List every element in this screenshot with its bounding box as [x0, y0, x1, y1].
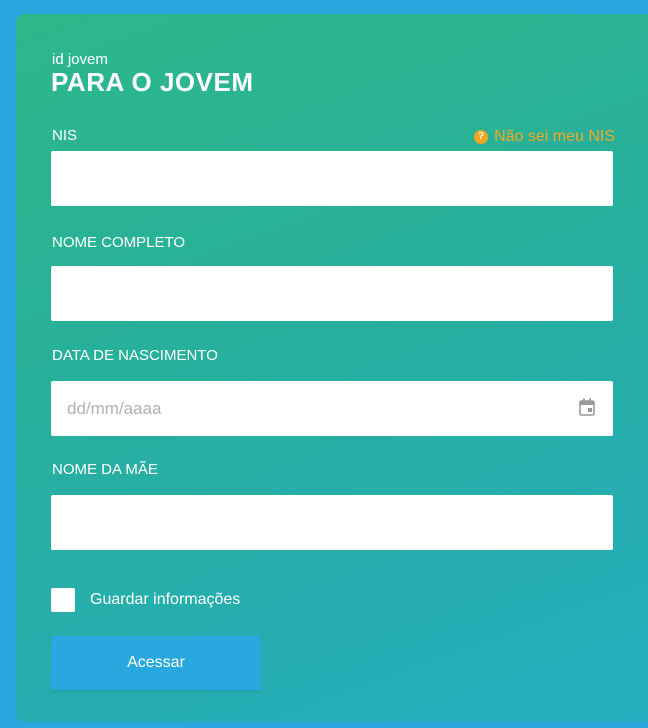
submit-button[interactable]: Acessar: [51, 636, 261, 690]
birth-date-label: DATA DE NASCIMENTO: [52, 347, 218, 364]
full-name-input[interactable]: [51, 266, 613, 321]
brand-title: PARA O JOVEM: [51, 67, 254, 97]
calendar-icon[interactable]: [579, 398, 595, 416]
mother-name-input[interactable]: [51, 495, 613, 550]
remember-label[interactable]: Guardar informações: [90, 590, 240, 610]
mother-name-label: NOME DA MÃE: [52, 461, 158, 478]
brand-subtitle: id jovem: [52, 51, 108, 68]
forgot-nis-link[interactable]: ? Não sei meu NIS: [474, 127, 615, 147]
nis-label: NIS: [52, 127, 78, 144]
login-card: id jovem PARA O JOVEM NIS ? Não sei meu …: [16, 14, 648, 722]
full-name-label: NOME COMPLETO: [52, 234, 186, 251]
remember-checkbox[interactable]: [51, 588, 75, 612]
question-circle-icon: ?: [474, 130, 489, 144]
birth-date-input[interactable]: [51, 381, 613, 436]
nis-input[interactable]: [51, 151, 613, 206]
forgot-nis-label: Não sei meu NIS: [494, 128, 615, 145]
